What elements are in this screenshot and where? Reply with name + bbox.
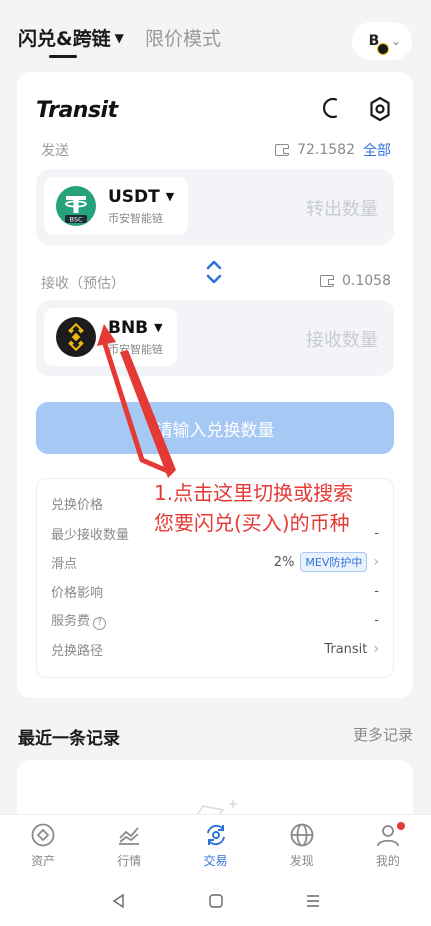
receive-amount-input[interactable]: 接收数量	[306, 326, 378, 352]
send-token-chain: 币安智能链	[108, 211, 163, 225]
send-balance-row: 72.1582 全部	[275, 140, 391, 160]
wallet-icon	[320, 275, 334, 287]
home-icon[interactable]	[206, 891, 226, 911]
tab-flash-swap-label: 闪兑&跨链	[18, 28, 111, 50]
chevron-right-icon: ›	[373, 641, 379, 657]
detail-label: 服务费	[51, 614, 91, 630]
market-chart-icon	[119, 827, 140, 845]
nav-trade[interactable]: 交易	[172, 815, 258, 876]
send-token-selector[interactable]: BSC USDT ▼ 币安智能链	[44, 177, 189, 235]
bnb-chain-dot-icon	[376, 43, 389, 55]
receive-label: 接收（预估）	[41, 276, 125, 292]
bsc-badge: BSC	[69, 215, 82, 223]
nav-assets[interactable]: 资产	[0, 815, 86, 876]
send-token-symbol: USDT	[108, 186, 160, 207]
more-records-link[interactable]: 更多记录	[353, 724, 413, 745]
detail-label: 兑换价格	[51, 497, 104, 513]
nav-label: 行情	[117, 854, 142, 868]
chevron-down-icon: ⌄	[390, 34, 402, 48]
recent-record-title: 最近一条记录	[18, 729, 120, 749]
route-value: Transit	[324, 641, 368, 657]
recent-record-card	[17, 760, 413, 820]
bottom-nav: 资产 行情 交易 发现 我的	[0, 814, 431, 876]
nav-label: 发现	[289, 854, 314, 868]
detail-row-price-impact: 价格影响 -	[51, 581, 379, 601]
settings-gear-icon[interactable]	[367, 96, 393, 122]
max-all-button[interactable]: 全部	[363, 140, 391, 160]
back-icon[interactable]	[109, 891, 129, 911]
help-icon[interactable]: ?	[93, 616, 107, 630]
active-tab-indicator	[49, 55, 77, 58]
receive-token-chain: 币安智能链	[108, 342, 163, 356]
send-token-box: BSC USDT ▼ 币安智能链 转出数量	[36, 169, 394, 245]
detail-row-service-fee: 服务费? -	[51, 610, 379, 630]
mev-protection-badge: MEV防护中	[300, 552, 368, 572]
detail-label: 滑点	[51, 556, 78, 572]
assets-icon	[31, 823, 55, 847]
annotation-line-1: 1.点击这里切换或搜索	[154, 481, 354, 505]
submit-swap-button[interactable]: 请输入兑换数量	[36, 402, 394, 454]
nav-label: 交易	[203, 854, 228, 868]
caret-down-icon: ▼	[154, 321, 163, 334]
caret-down-icon: ▼	[114, 30, 124, 45]
globe-icon	[290, 823, 314, 847]
receive-token-box: BNB ▼ 币安智能链 接收数量	[36, 300, 394, 376]
detail-value: -	[374, 612, 379, 628]
wallet-switch-button[interactable]: B ⌄	[352, 22, 412, 60]
bnb-token-icon	[56, 317, 96, 357]
system-nav-bar	[0, 876, 431, 926]
receive-token-selector[interactable]: BNB ▼ 币安智能链	[44, 308, 177, 366]
send-balance: 72.1582	[297, 142, 355, 158]
nav-discover[interactable]: 发现	[259, 815, 345, 876]
nav-label: 资产	[31, 854, 56, 868]
refresh-countdown-icon[interactable]	[321, 96, 345, 120]
swap-card: Transit 发送 72.1582 全部 BSC USDT ▼ 币安智能链 转…	[17, 72, 413, 698]
tab-limit-mode[interactable]: 限价模式	[145, 24, 221, 51]
nav-profile[interactable]: 我的	[345, 815, 431, 876]
usdt-token-icon: BSC	[56, 186, 96, 226]
annotation-text: 1.点击这里切换或搜索 您要闪兑(买入)的币种	[154, 478, 394, 538]
trade-swap-icon	[206, 824, 225, 846]
nav-market[interactable]: 行情	[86, 815, 172, 876]
detail-value: -	[374, 583, 379, 599]
detail-label: 最少接收数量	[51, 527, 130, 543]
receive-token-symbol: BNB	[108, 317, 149, 338]
send-label: 发送	[41, 143, 69, 159]
wallet-icon	[275, 144, 290, 156]
detail-label: 价格影响	[51, 585, 104, 601]
top-tabs: 闪兑&跨链 ▼ 限价模式 B ⌄	[0, 0, 431, 66]
nav-label: 我的	[375, 854, 400, 868]
receive-balance: 0.1058	[342, 273, 391, 289]
brand-title: Transit	[36, 98, 118, 123]
detail-row-route[interactable]: 兑换路径 Transit ›	[51, 639, 379, 659]
caret-down-icon: ▼	[165, 190, 175, 203]
annotation-line-2: 您要闪兑(买入)的币种	[154, 511, 350, 535]
tab-flash-swap[interactable]: 闪兑&跨链 ▼	[18, 24, 124, 51]
detail-label: 兑换路径	[51, 643, 104, 659]
send-amount-input[interactable]: 转出数量	[306, 195, 378, 221]
swap-direction-icon[interactable]	[203, 258, 225, 286]
menu-icon[interactable]	[303, 891, 323, 911]
chevron-right-icon: ›	[373, 554, 379, 570]
wallet-avatar: B	[363, 30, 389, 55]
detail-row-slippage[interactable]: 滑点 2% MEV防护中 ›	[51, 552, 379, 572]
notification-dot	[397, 822, 406, 830]
slippage-value: 2%	[273, 554, 295, 570]
receive-balance-row: 0.1058	[320, 273, 391, 289]
